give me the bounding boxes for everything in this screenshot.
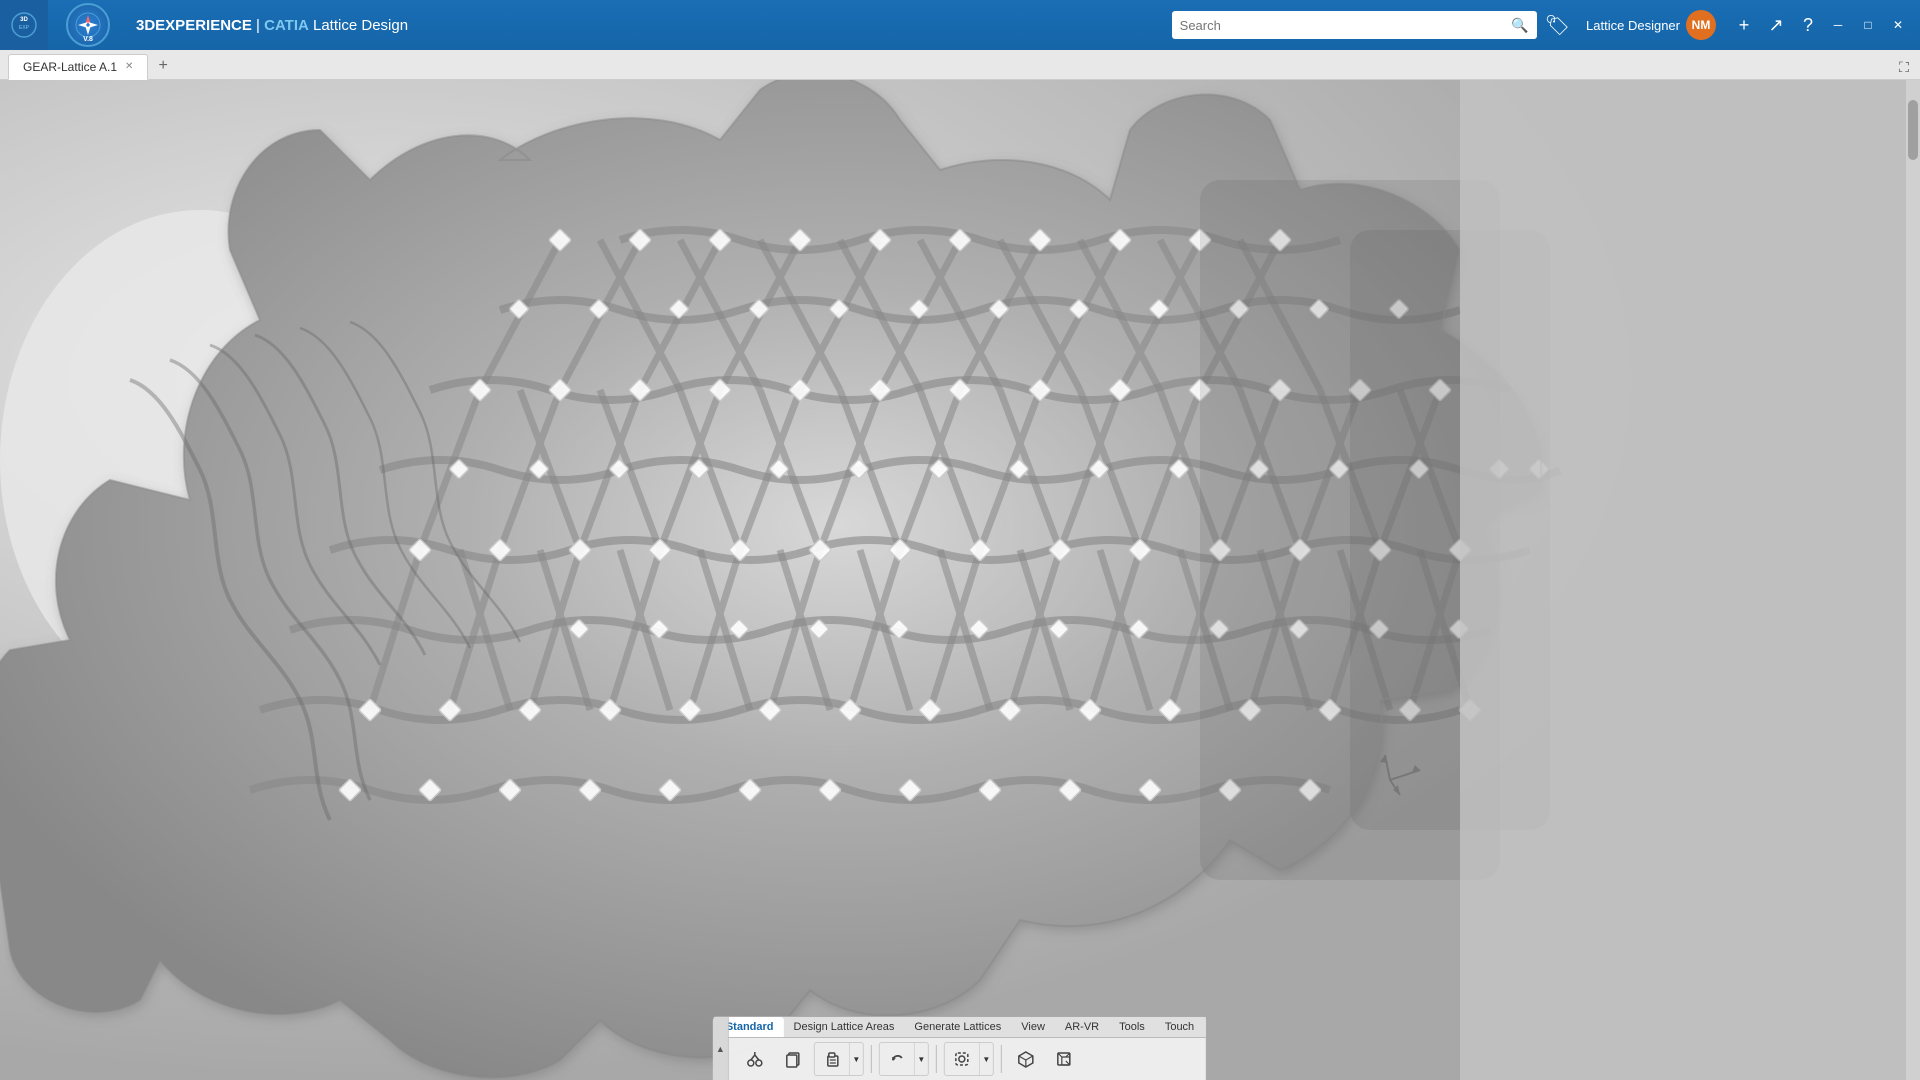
tag-icon[interactable]: 🏷 xyxy=(1545,13,1570,38)
toolbar-tab-design-lattice[interactable]: Design Lattice Areas xyxy=(784,1017,905,1037)
module-name: Lattice Design xyxy=(313,17,408,34)
toolbar-separator-1 xyxy=(871,1045,872,1073)
separator: | xyxy=(252,17,264,34)
user-role-label: Lattice Designer xyxy=(1586,18,1680,33)
expand-button[interactable]: ⛶ xyxy=(1892,55,1916,79)
active-tab[interactable]: GEAR-Lattice A.1 ✕ xyxy=(8,54,148,80)
paste-button-group: ▼ xyxy=(814,1042,864,1076)
select-dropdown-button[interactable]: ▼ xyxy=(979,1043,993,1075)
app-name-3d: 3DEXPERIENCE xyxy=(136,17,252,34)
search-box[interactable]: 🔍 xyxy=(1172,11,1537,39)
toolbar-tab-tools[interactable]: Tools xyxy=(1109,1017,1155,1037)
minimize-button[interactable]: ─ xyxy=(1824,11,1852,39)
select-button-group: ▼ xyxy=(944,1042,994,1076)
toolbar-collapse-button[interactable]: ▲ xyxy=(713,1017,729,1080)
scroll-thumb[interactable] xyxy=(1908,100,1918,160)
toolbar-separator-3 xyxy=(1001,1045,1002,1073)
window-controls: ─ □ ✕ xyxy=(1824,11,1912,39)
add-tab-button[interactable]: + xyxy=(152,53,173,79)
titlebar: 3D EXP 3DEXPERIENCE | CATIA Lattice Desi… xyxy=(0,0,1920,50)
add-button[interactable]: + xyxy=(1728,9,1760,41)
user-avatar[interactable]: NM xyxy=(1686,10,1716,40)
svg-text:EXP: EXP xyxy=(19,25,30,31)
search-area: 🔍 🏷 xyxy=(1172,11,1586,39)
help-button[interactable]: ? xyxy=(1792,9,1824,41)
close-button[interactable]: ✕ xyxy=(1884,11,1912,39)
compass-area[interactable] xyxy=(48,0,128,50)
toolbar-separator-2 xyxy=(936,1045,937,1073)
svg-text:3D: 3D xyxy=(20,17,28,23)
compass-widget[interactable] xyxy=(66,3,110,47)
toolbar-tab-touch[interactable]: Touch xyxy=(1155,1017,1204,1037)
search-input[interactable] xyxy=(1180,18,1512,33)
undo-dropdown-button[interactable]: ▼ xyxy=(914,1043,928,1075)
toolbar-tab-view[interactable]: View xyxy=(1011,1017,1055,1037)
paste-dropdown-button[interactable]: ▼ xyxy=(849,1043,863,1075)
tab-label: GEAR-Lattice A.1 xyxy=(23,60,117,74)
select-button[interactable] xyxy=(945,1043,979,1075)
toolbar-tab-bar: Standard Design Lattice Areas Generate L… xyxy=(714,1017,1206,1038)
maximize-button[interactable]: □ xyxy=(1854,11,1882,39)
gear-background xyxy=(0,80,1920,1080)
paste-button[interactable] xyxy=(815,1043,849,1075)
undo-button-group: ▼ xyxy=(879,1042,929,1076)
tab-close-icon[interactable]: ✕ xyxy=(125,62,133,72)
app-logo: 3D EXP xyxy=(0,0,48,50)
tabbar: GEAR-Lattice A.1 ✕ + ⛶ xyxy=(0,50,1920,80)
share-button[interactable]: ↗ xyxy=(1760,9,1792,41)
app-title: 3DEXPERIENCE | CATIA Lattice Design xyxy=(136,17,408,34)
cut-button[interactable] xyxy=(738,1043,772,1075)
toolbar-tab-generate-lattices[interactable]: Generate Lattices xyxy=(904,1017,1011,1037)
search-icon-button[interactable]: 🔍 xyxy=(1511,17,1528,34)
toolbar-content: ▼ ▼ xyxy=(730,1038,1089,1080)
viewport[interactable] xyxy=(0,80,1920,1080)
catia-label: CATIA xyxy=(264,17,309,34)
toolbar-tab-ar-vr[interactable]: AR-VR xyxy=(1055,1017,1109,1037)
undo-button[interactable] xyxy=(880,1043,914,1075)
right-scrollbar[interactable] xyxy=(1906,80,1920,1080)
bottom-toolbar: Standard Design Lattice Areas Generate L… xyxy=(713,1016,1207,1080)
copy-button[interactable] xyxy=(776,1043,810,1075)
user-section: Lattice Designer NM xyxy=(1586,10,1716,40)
box1-button[interactable] xyxy=(1009,1043,1043,1075)
box2-button[interactable] xyxy=(1047,1043,1081,1075)
